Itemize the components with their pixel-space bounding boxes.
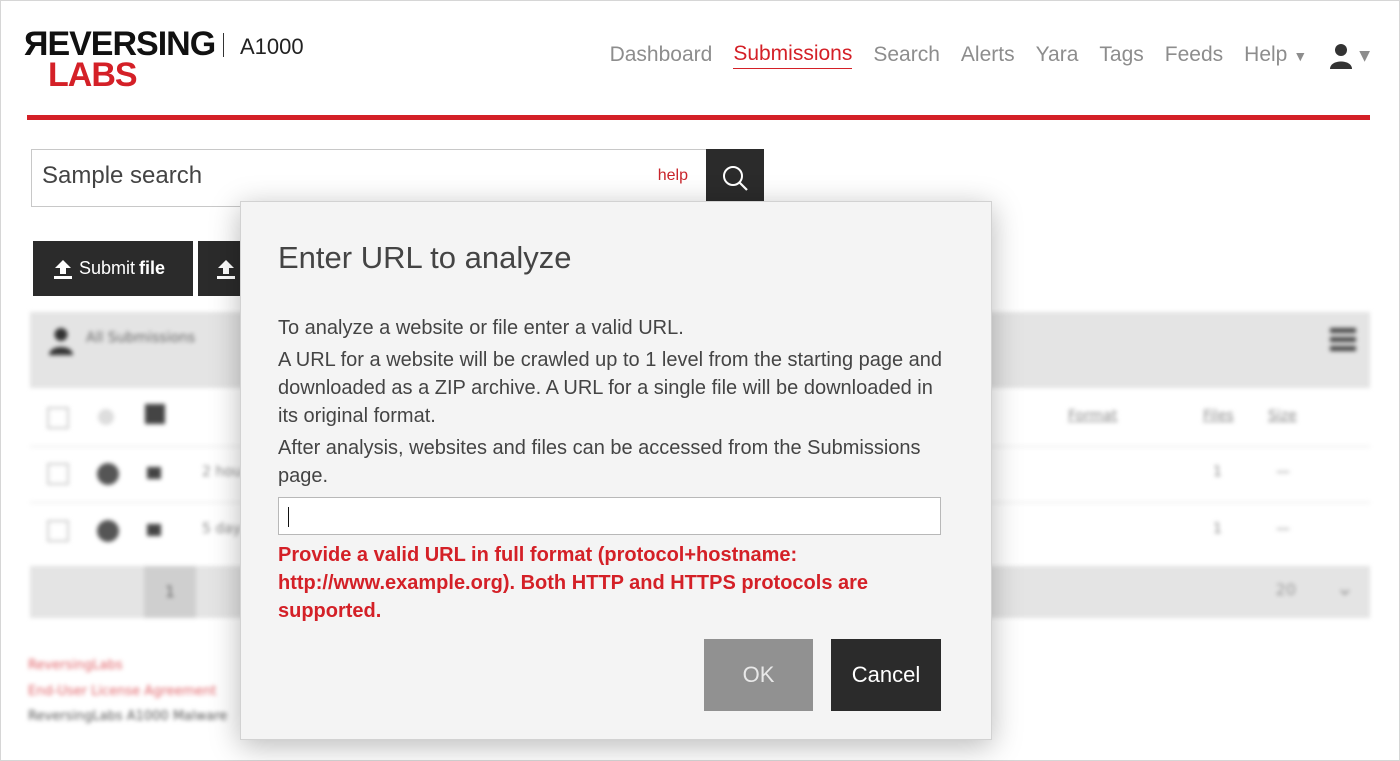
dialog-body-line: After analysis, websites and files can b… bbox=[278, 437, 921, 487]
row-checkbox[interactable] bbox=[47, 463, 69, 485]
nav-help-label: Help bbox=[1244, 42, 1288, 66]
footer-version: ReversingLabs A1000 Malware bbox=[28, 709, 228, 724]
row-size: — bbox=[1276, 464, 1290, 480]
page-size[interactable]: 20 bbox=[1276, 580, 1296, 599]
row-time: 2 hou bbox=[202, 464, 242, 480]
dialog-body-line: To analyze a website or file enter a val… bbox=[278, 317, 684, 339]
nav-feeds[interactable]: Feeds bbox=[1165, 43, 1223, 69]
submit-file-button[interactable]: Submit file bbox=[33, 241, 193, 296]
url-validation-error: Provide a valid URL in full format (prot… bbox=[278, 544, 869, 622]
user-icon bbox=[49, 328, 73, 356]
url-analyze-dialog: Enter URL to analyze To analyze a websit… bbox=[240, 201, 992, 740]
list-title: All Submissions bbox=[86, 330, 196, 346]
status-icon bbox=[98, 409, 114, 425]
column-format[interactable]: Format bbox=[1068, 408, 1117, 424]
dialog-body: To analyze a website or file enter a val… bbox=[278, 314, 958, 494]
folder-icon bbox=[147, 467, 161, 479]
threat-status-icon bbox=[97, 520, 119, 542]
user-menu[interactable]: ▼ bbox=[1329, 43, 1370, 69]
search-icon bbox=[723, 166, 748, 191]
menu-icon[interactable] bbox=[1330, 328, 1356, 352]
text-cursor bbox=[288, 507, 289, 527]
upload-icon bbox=[217, 259, 235, 279]
row-files: 1 bbox=[1213, 464, 1222, 480]
main-nav: Dashboard Submissions Search Alerts Yara… bbox=[589, 42, 1370, 69]
cancel-button[interactable]: Cancel bbox=[831, 639, 941, 711]
select-all-checkbox[interactable] bbox=[47, 407, 69, 429]
upload-icon bbox=[54, 259, 72, 279]
search-help-link[interactable]: help bbox=[658, 167, 688, 185]
row-checkbox[interactable] bbox=[47, 520, 69, 542]
column-files[interactable]: Files bbox=[1203, 408, 1234, 424]
logo-separator bbox=[223, 33, 224, 57]
row-files: 1 bbox=[1213, 521, 1222, 537]
folder-icon bbox=[147, 524, 161, 536]
logo-bottom-text: LABS bbox=[48, 56, 138, 94]
chevron-down-icon: ▼ bbox=[1359, 47, 1370, 64]
search-button[interactable] bbox=[706, 149, 764, 207]
footer-link-eula[interactable]: End-User License Agreement bbox=[28, 684, 217, 699]
grid-icon bbox=[145, 404, 165, 424]
user-icon bbox=[1330, 43, 1353, 69]
nav-yara[interactable]: Yara bbox=[1036, 43, 1079, 69]
reversinglabs-logo[interactable]: ЯEVERSING LABS bbox=[24, 27, 216, 94]
dialog-title: Enter URL to analyze bbox=[278, 240, 572, 275]
page-number[interactable]: 1 bbox=[144, 566, 196, 618]
footer-link-reversinglabs[interactable]: ReversingLabs bbox=[28, 658, 123, 673]
chevron-down-icon: ▼ bbox=[1293, 47, 1308, 64]
threat-status-icon bbox=[97, 463, 119, 485]
column-size[interactable]: Size bbox=[1268, 408, 1297, 424]
sample-search-box: help bbox=[31, 149, 707, 207]
row-time: 5 day bbox=[202, 521, 242, 537]
submit-file-bold: file bbox=[139, 258, 166, 278]
product-name: A1000 bbox=[240, 34, 304, 59]
row-size: — bbox=[1276, 521, 1290, 537]
nav-dashboard[interactable]: Dashboard bbox=[610, 43, 713, 69]
header-divider bbox=[27, 115, 1370, 120]
nav-help[interactable]: Help ▼ bbox=[1244, 43, 1307, 69]
nav-tags[interactable]: Tags bbox=[1099, 43, 1143, 69]
sample-search-input[interactable] bbox=[42, 162, 602, 190]
submit-file-label: Submit bbox=[79, 258, 136, 278]
nav-search[interactable]: Search bbox=[873, 43, 940, 69]
nav-alerts[interactable]: Alerts bbox=[961, 43, 1015, 69]
nav-submissions[interactable]: Submissions bbox=[733, 42, 853, 69]
url-input[interactable] bbox=[278, 497, 941, 535]
dialog-body-line: A URL for a website will be crawled up t… bbox=[278, 349, 943, 427]
ok-button[interactable]: OK bbox=[704, 639, 813, 711]
chevron-down-icon[interactable]: ⌄ bbox=[1336, 576, 1354, 601]
